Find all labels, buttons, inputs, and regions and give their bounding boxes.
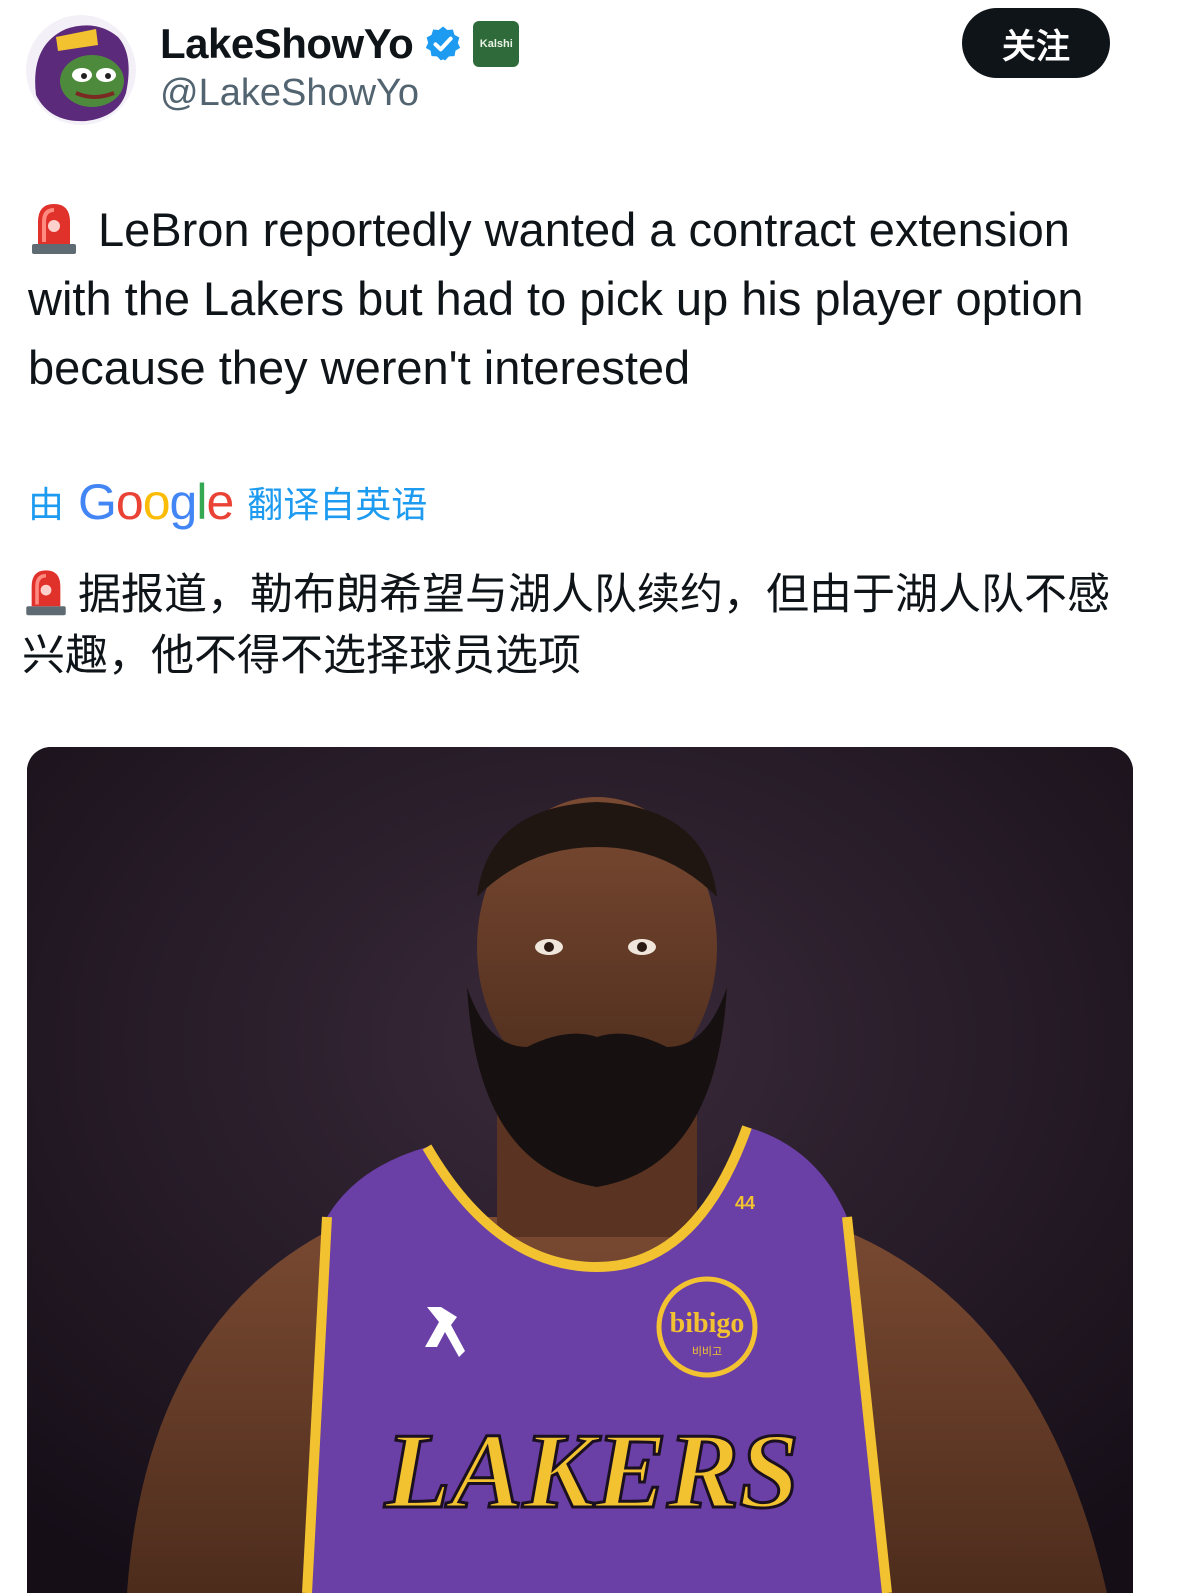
- user-handle[interactable]: @LakeShowYo: [160, 72, 419, 115]
- display-name[interactable]: LakeShowYo: [160, 20, 414, 68]
- tweet-header: LakeShowYo Kalshi @LakeShowYo 关注: [0, 0, 1179, 140]
- rotating-light-icon: [26, 570, 66, 616]
- translated-text-content: 据报道，勒布朗希望与湖人队续约，但由于湖人队不感兴趣，他不得不选择球员选项: [22, 571, 1110, 680]
- translation-prefix: 由: [28, 484, 65, 525]
- verified-badge-icon[interactable]: [423, 24, 463, 64]
- translated-text: 据报道，勒布朗希望与湖人队续约，但由于湖人队不感兴趣，他不得不选择球员选项: [22, 565, 1142, 687]
- team-wordmark: LAKERS: [384, 1412, 799, 1531]
- avatar[interactable]: [26, 15, 136, 125]
- follow-button[interactable]: 关注: [962, 8, 1110, 78]
- rotating-light-icon: [32, 204, 76, 254]
- translation-credit[interactable]: 由 Google 翻译自英语: [28, 470, 427, 534]
- google-logo: Google: [78, 474, 234, 530]
- affiliate-badge-text: Kalshi: [479, 38, 513, 50]
- translation-suffix: 翻译自英语: [247, 484, 428, 525]
- name-row: LakeShowYo Kalshi: [160, 14, 520, 74]
- avatar-image: [26, 15, 136, 125]
- player-photo: 44 bibigo 비비고 LAKERS: [27, 747, 1133, 1593]
- sponsor-patch-subtext: 비비고: [692, 1345, 722, 1358]
- tweet-text: LeBron reportedly wanted a contract exte…: [28, 195, 1138, 402]
- tweet-view: LakeShowYo Kalshi @LakeShowYo 关注 LeBron …: [0, 0, 1179, 1593]
- kalshi-badge-icon[interactable]: Kalshi: [473, 21, 520, 67]
- tweet-media-image[interactable]: 44 bibigo 비비고 LAKERS: [27, 747, 1133, 1593]
- sponsor-patch-text: bibigo: [670, 1308, 745, 1339]
- jersey-number-tag: 44: [735, 1193, 755, 1213]
- tweet-text-content: LeBron reportedly wanted a contract exte…: [28, 203, 1084, 394]
